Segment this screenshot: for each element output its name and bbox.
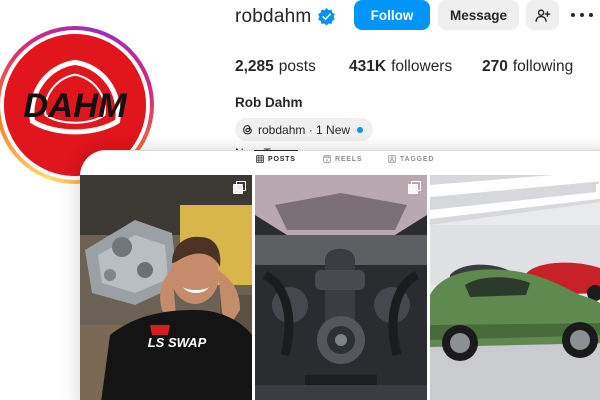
avatar-logo-text: DAHM — [23, 87, 128, 125]
post-image-green-car — [430, 175, 600, 400]
tab-tagged-label: TAGGED — [400, 155, 435, 163]
followers-stat[interactable]: 431K followers — [349, 58, 452, 76]
posts-count: 2,285 — [235, 58, 274, 75]
more-dot — [589, 13, 593, 17]
followers-count: 431K — [349, 58, 387, 75]
new-indicator-dot — [357, 126, 364, 133]
more-options-button[interactable] — [571, 8, 593, 22]
post-thumbnail[interactable] — [255, 175, 427, 400]
following-count: 270 — [482, 58, 508, 75]
more-dot — [580, 13, 584, 17]
tab-reels[interactable]: REELS — [323, 155, 362, 163]
profile-tabs: POSTS REELS TAGGED — [80, 150, 600, 174]
tab-posts-label: POSTS — [268, 155, 296, 163]
posts-stat: 2,285 posts — [235, 58, 316, 76]
following-label: following — [512, 58, 574, 75]
add-user-button[interactable] — [526, 0, 559, 30]
following-stat[interactable]: 270 following — [482, 58, 573, 76]
carousel-icon — [233, 181, 246, 194]
follow-button[interactable]: Follow — [354, 0, 430, 30]
grid-icon — [256, 155, 264, 163]
more-dot — [571, 13, 575, 17]
full-name: Rob Dahm — [235, 95, 303, 110]
threads-badge[interactable]: robdahm · 1 New — [235, 118, 374, 141]
message-button[interactable]: Message — [438, 0, 519, 30]
username: robdahm — [235, 6, 312, 27]
carousel-icon — [408, 181, 421, 194]
posts-label: posts — [278, 58, 316, 75]
carousel-icon — [596, 181, 600, 194]
posts-panel: POSTS REELS TAGGED LS SWAP — [80, 150, 600, 400]
tab-tagged[interactable]: TAGGED — [388, 155, 434, 163]
post-image-engine-man: LS SWAP — [80, 175, 252, 400]
threads-label: robdahm · 1 New — [258, 122, 351, 137]
verified-badge-icon — [318, 7, 335, 26]
reels-icon — [323, 155, 331, 163]
tab-posts[interactable]: POSTS — [254, 150, 298, 163]
add-person-icon — [535, 8, 551, 22]
post-thumbnail[interactable] — [430, 175, 600, 400]
tab-reels-label: REELS — [335, 155, 363, 163]
post-thumbnail[interactable]: LS SWAP — [80, 175, 252, 400]
shirt-text: LS SWAP — [148, 335, 207, 350]
threads-icon — [243, 125, 252, 135]
post-image-engine-bay — [255, 175, 427, 400]
tagged-icon — [388, 155, 396, 163]
followers-label: followers — [391, 58, 453, 75]
